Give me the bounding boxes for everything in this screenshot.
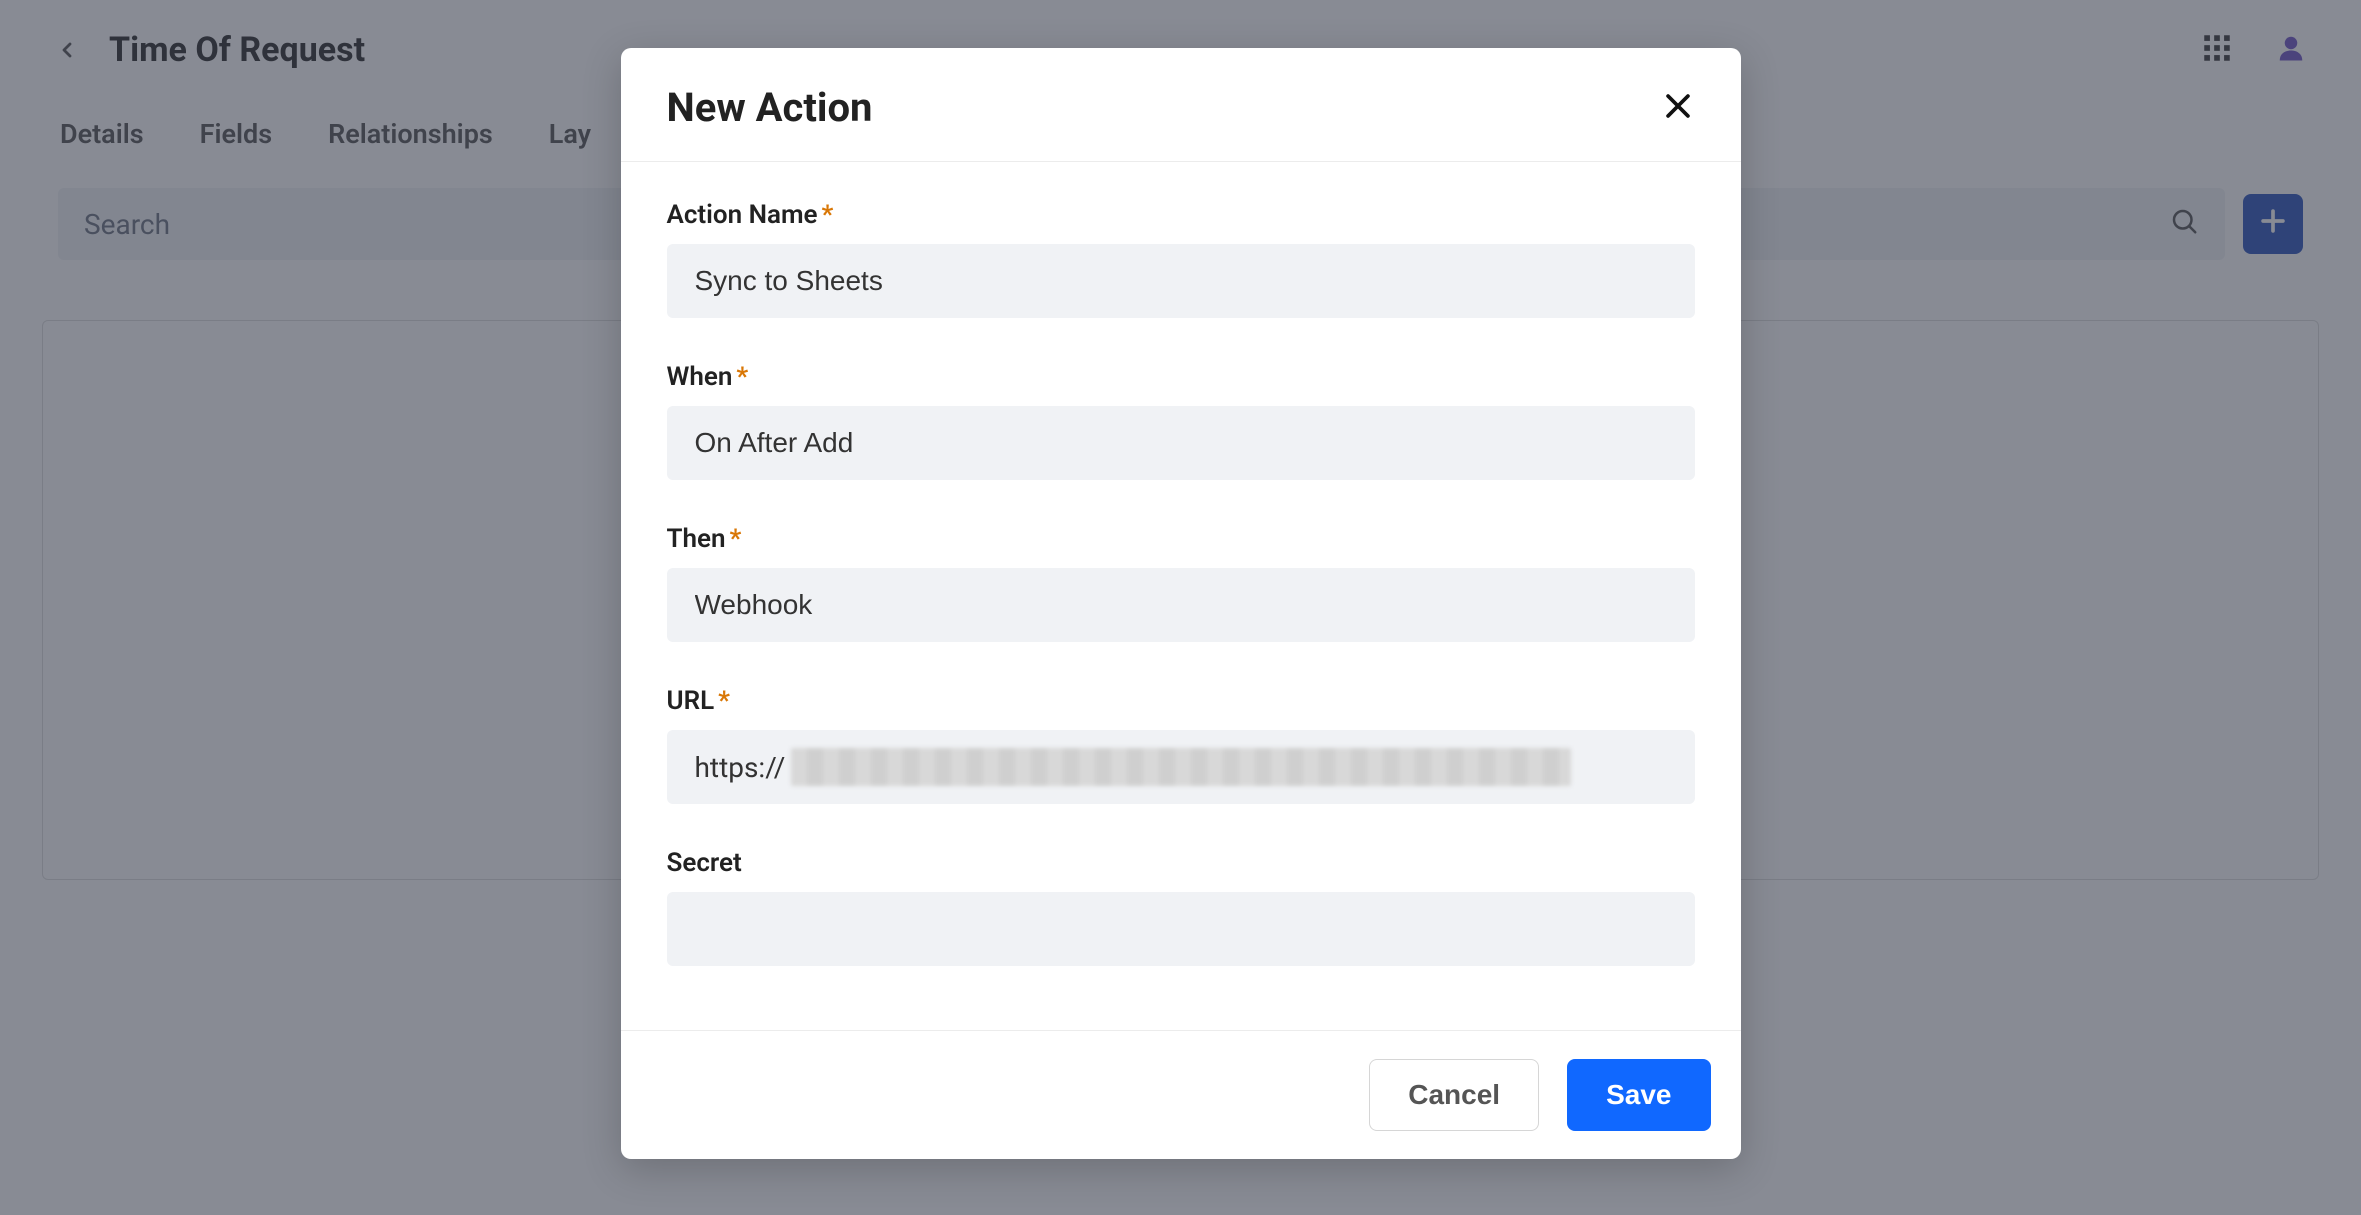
modal-header: New Action <box>621 48 1741 162</box>
required-star-icon: * <box>718 686 730 716</box>
url-input[interactable]: https:// <box>667 730 1695 804</box>
required-star-icon: * <box>730 524 742 554</box>
url-redacted-value <box>791 748 1571 786</box>
action-name-group: Action Name* <box>667 200 1695 318</box>
url-prefix: https:// <box>695 751 786 784</box>
modal-overlay: New Action Action Name* When* Then* <box>0 0 2361 1215</box>
modal-footer: Cancel Save <box>621 1030 1741 1159</box>
then-input[interactable] <box>667 568 1695 642</box>
modal-title: New Action <box>667 84 873 131</box>
modal-body: Action Name* When* Then* URL* <box>621 162 1741 1030</box>
action-name-label: Action Name* <box>667 200 834 230</box>
secret-input[interactable] <box>667 892 1695 966</box>
close-icon[interactable] <box>1661 89 1695 127</box>
then-label: Then* <box>667 524 742 554</box>
url-label: URL* <box>667 686 730 716</box>
required-star-icon: * <box>736 362 748 392</box>
cancel-button[interactable]: Cancel <box>1369 1059 1539 1131</box>
when-input[interactable] <box>667 406 1695 480</box>
secret-label: Secret <box>667 848 742 878</box>
new-action-modal: New Action Action Name* When* Then* <box>621 48 1741 1159</box>
action-name-input[interactable] <box>667 244 1695 318</box>
when-group: When* <box>667 362 1695 480</box>
save-button[interactable]: Save <box>1567 1059 1710 1131</box>
secret-group: Secret <box>667 848 1695 966</box>
required-star-icon: * <box>822 200 834 230</box>
when-label: When* <box>667 362 749 392</box>
url-group: URL* https:// <box>667 686 1695 804</box>
then-group: Then* <box>667 524 1695 642</box>
